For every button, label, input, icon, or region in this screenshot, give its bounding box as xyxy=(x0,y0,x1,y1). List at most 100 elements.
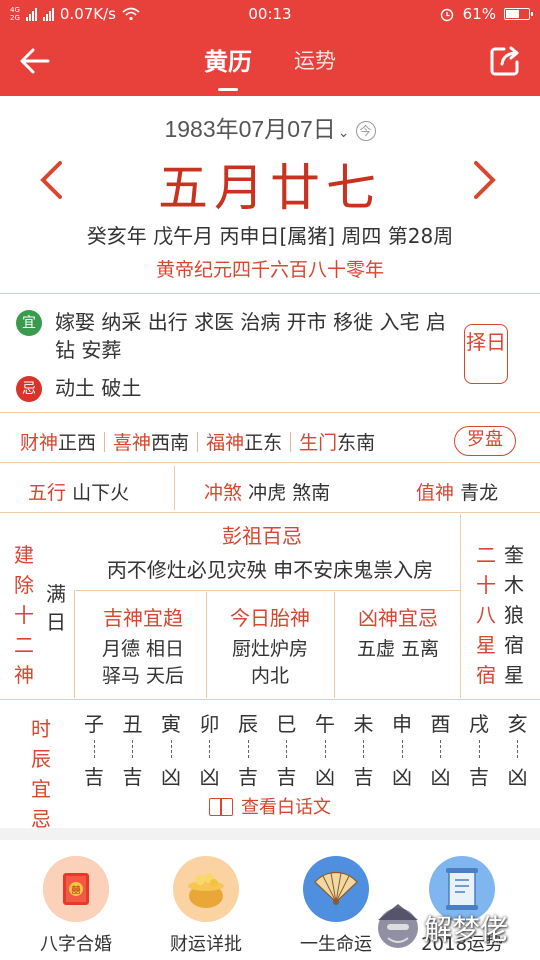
xiongshen-line: 五虚 五离 xyxy=(356,638,440,660)
shichen-luck: 凶 xyxy=(430,765,451,789)
wuxing-value: 山下火 xyxy=(72,482,130,504)
yi-badge: 宜 xyxy=(16,310,42,336)
vertical-char: 时 xyxy=(31,717,51,741)
today-icon[interactable]: 今 xyxy=(355,121,376,141)
shichen-branch: 子 xyxy=(84,712,104,736)
shichen-branch: 辰 xyxy=(238,712,258,736)
xiongshen-title: 凶神宜忌 xyxy=(358,606,438,630)
ji-badge: 忌 xyxy=(16,376,42,402)
divider xyxy=(0,293,540,294)
taishen-line: 厨灶炉房 xyxy=(231,638,308,660)
fushen-value: 正东 xyxy=(244,432,283,454)
shichen-column: 酉凶 xyxy=(423,708,459,790)
divider-vertical xyxy=(460,514,461,698)
shichen-dash xyxy=(247,740,249,758)
folding-fan-icon xyxy=(303,856,369,922)
golden-pot-icon xyxy=(173,856,239,922)
shichen-column: 卯凶 xyxy=(192,708,228,790)
battery-fill xyxy=(506,10,520,18)
ji-text: 动土 破土 xyxy=(55,376,142,400)
vertical-char: 狼 xyxy=(504,603,524,627)
vertical-char: 奎 xyxy=(504,543,524,567)
chevron-down-icon: ⌄ xyxy=(337,124,350,140)
caishen-value: 正西 xyxy=(58,432,97,454)
zhishen-label: 值神 xyxy=(416,482,455,504)
divider-vertical xyxy=(334,592,335,698)
shichen-luck: 吉 xyxy=(353,765,374,789)
shichen-luck: 凶 xyxy=(161,765,181,789)
shichen-dash xyxy=(363,740,364,758)
shichen-column: 未吉 xyxy=(346,708,382,790)
shichen-branch: 午 xyxy=(315,712,335,736)
zeri-button[interactable]: 择日 xyxy=(464,324,508,384)
shichen-dash xyxy=(401,740,403,758)
xishen-label: 喜神 xyxy=(113,432,152,454)
service-caiyun[interactable]: 财运详批 xyxy=(146,856,266,956)
divider xyxy=(0,462,540,463)
baihua-link[interactable]: 查看白话文 xyxy=(0,793,540,819)
jianchu-label: 建除十二神 xyxy=(12,540,36,690)
yi-text: 嫁娶 纳采 出行 求医 治病 开市 移徙 入宅 启钻 安葬 xyxy=(55,310,446,362)
shichen-column: 午凶 xyxy=(307,708,343,790)
battery-percent: 61% xyxy=(462,5,496,23)
vertical-char: 八 xyxy=(476,603,496,627)
battery-icon xyxy=(504,8,533,20)
solar-date-picker[interactable]: 1983年07月07日 ⌄ 今 xyxy=(0,110,540,144)
zhishen-value: 青龙 xyxy=(460,482,499,504)
jishen-title: 吉神宜趋 xyxy=(103,606,183,630)
caishen-label: 财神 xyxy=(20,432,59,454)
shichen-dash xyxy=(324,740,326,758)
shichen-luck: 凶 xyxy=(507,765,528,789)
xishen-item: 喜神 西南 xyxy=(113,428,189,455)
shichen-dash xyxy=(170,740,172,758)
shichen-luck: 凶 xyxy=(315,765,335,789)
divider-vertical xyxy=(74,590,75,698)
fushen-item: 福神 正东 xyxy=(206,428,282,455)
divider xyxy=(0,412,540,413)
fushen-label: 福神 xyxy=(206,432,245,454)
vertical-char: 木 xyxy=(504,573,524,597)
shichen-column: 寅凶 xyxy=(153,708,189,790)
shichen-branch: 寅 xyxy=(161,712,181,736)
share-icon[interactable] xyxy=(488,44,522,78)
shichen-dash xyxy=(132,740,133,758)
vertical-char: 星 xyxy=(504,663,524,687)
shichen-column: 申凶 xyxy=(384,708,420,790)
tab-huangli[interactable]: 黄历 xyxy=(204,42,252,91)
divider xyxy=(0,699,540,700)
separator xyxy=(197,431,199,452)
wuxing-label: 五行 xyxy=(28,482,67,504)
luopan-button[interactable]: 罗盘 xyxy=(454,426,516,456)
shichen-column: 子吉 xyxy=(76,708,112,790)
marriage-book-icon: 囍 xyxy=(43,856,109,922)
watermark-text: 解梦佬 xyxy=(424,913,509,946)
shichen-dash xyxy=(478,740,480,758)
shichen-column: 戌吉 xyxy=(461,708,497,790)
shichen-luck: 吉 xyxy=(84,765,104,789)
yi-row: 宜 嫁娶 纳采 出行 求医 治病 开市 移徙 入宅 启钻 安葬 xyxy=(16,308,446,364)
shichen-luck: 凶 xyxy=(199,765,220,789)
shichen-dash xyxy=(517,740,518,758)
shichen-branch: 申 xyxy=(392,712,412,736)
shichen-column: 亥凶 xyxy=(500,708,536,790)
solar-date: 1983年07月07日 xyxy=(164,116,336,142)
shengmen-label: 生门 xyxy=(299,432,338,454)
shichen-dash xyxy=(286,740,287,758)
jishen-values: 月德 相日 驿马 天后 xyxy=(80,636,206,690)
jishen-line: 月德 相日 xyxy=(101,638,185,660)
vertical-char: 二 xyxy=(476,543,496,567)
vertical-char: 建 xyxy=(14,543,34,567)
divider xyxy=(76,590,460,591)
taishen-values: 厨灶炉房 内北 xyxy=(208,636,332,690)
taishen-title: 今日胎神 xyxy=(230,606,310,630)
vertical-char: 宿 xyxy=(476,663,496,687)
tab-yunshi[interactable]: 运势 xyxy=(294,42,336,87)
shichen-dash xyxy=(440,740,441,758)
service-bazi[interactable]: 囍 八字合婚 xyxy=(16,856,136,956)
lunar-date: 五月廿七 xyxy=(158,159,382,217)
shichen-column: 丑吉 xyxy=(115,708,151,790)
shichen-branch: 巳 xyxy=(276,712,297,736)
xingxiu-value: 奎木狼宿星 xyxy=(502,540,526,690)
separator xyxy=(290,431,292,452)
separator xyxy=(104,431,106,452)
